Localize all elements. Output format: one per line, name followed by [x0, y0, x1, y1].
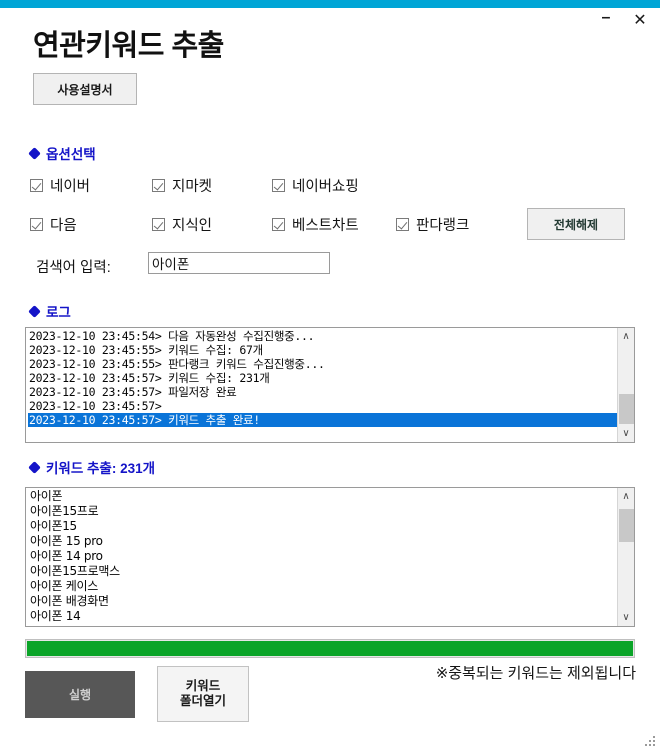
checkbox-6[interactable]: 판다랭크 [396, 214, 469, 235]
keywords-section-label: 키워드 추출: 231개 [46, 461, 156, 476]
log-row[interactable]: 2023-12-10 23:45:55> 판다랭크 키워드 수집진행중... [28, 357, 617, 371]
log-row[interactable]: 2023-12-10 23:45:55> 키워드 수집: 67개 [28, 343, 617, 357]
checkmark-icon[interactable] [30, 218, 43, 231]
checkbox-label: 판다랭크 [416, 218, 470, 234]
checkbox-label: 베스트차트 [292, 218, 359, 234]
window-titlebar [0, 0, 660, 8]
keyword-row[interactable]: 아이폰 [28, 489, 617, 504]
log-scrollbar[interactable]: ∧ ∨ [617, 328, 634, 442]
checkbox-label: 다음 [50, 218, 77, 234]
search-label: 검색어 입력: [36, 260, 111, 276]
page-title: 연관키워드 추출 [33, 30, 224, 62]
log-row[interactable]: 2023-12-10 23:45:54> 다음 자동완성 수집진행중... [28, 329, 617, 343]
checkbox-label: 네이버 [50, 179, 91, 195]
run-button[interactable]: 실행 [25, 671, 135, 718]
keyword-row[interactable]: 아이폰 케이스 [28, 579, 617, 594]
checkbox-label: 지마켓 [172, 179, 213, 195]
log-row[interactable]: 2023-12-10 23:45:57> 파일저장 완료 [28, 385, 617, 399]
log-listbox[interactable]: 2023-12-10 23:45:54> 다음 자동완성 수집진행중... 202… [25, 327, 635, 443]
checkbox-1[interactable]: 지마켓 [152, 175, 212, 196]
keyword-row[interactable]: 아이폰15프로맥스 [28, 564, 617, 579]
scroll-up-icon[interactable]: ∧ [618, 328, 634, 345]
keyword-row[interactable]: 아이폰 배경화면 [28, 594, 617, 609]
log-rows[interactable]: 2023-12-10 23:45:54> 다음 자동완성 수집진행중... 202… [26, 328, 617, 442]
scroll-down-icon[interactable]: ∨ [618, 425, 634, 442]
log-section-label: 로그 [46, 305, 71, 320]
keyword-row[interactable]: 아이폰 14 [28, 609, 617, 624]
minimize-icon[interactable]: – [596, 8, 616, 35]
keyword-rows[interactable]: 아이폰 아이폰15프로 아이폰15 아이폰 15 pro 아이폰 14 pro 아이폰15… [26, 488, 617, 626]
options-section-header: 옵션선택 [28, 143, 96, 163]
checkbox-0[interactable]: 네이버 [30, 175, 90, 196]
log-row[interactable]: 2023-12-10 23:45:57> [28, 399, 617, 413]
keywords-section-header: 키워드 추출: 231개 [28, 457, 156, 477]
app-window: – ✕ 연관키워드 추출 사용설명서 옵션선택 네이버 지마켓 네이버쇼핑다음 지식인… [0, 0, 660, 750]
scroll-up-icon[interactable]: ∧ [618, 488, 634, 505]
options-section-label: 옵션선택 [46, 147, 96, 162]
scroll-down-icon[interactable]: ∨ [618, 609, 634, 626]
checkbox-3[interactable]: 다음 [30, 214, 77, 235]
checkbox-label: 지식인 [172, 218, 213, 234]
close-icon[interactable]: ✕ [630, 11, 650, 31]
bullet-icon [28, 146, 41, 160]
bullet-icon [28, 304, 41, 318]
checkmark-icon[interactable] [272, 179, 285, 192]
keywords-scrollbar[interactable]: ∧ ∨ [617, 488, 634, 626]
keyword-row[interactable]: 아이폰 15 pro [28, 534, 617, 549]
window-controls: – ✕ [596, 8, 650, 34]
checkmark-icon[interactable] [396, 218, 409, 231]
checkmark-icon[interactable] [152, 218, 165, 231]
checkbox-2[interactable]: 네이버쇼핑 [272, 175, 359, 196]
checkmark-icon[interactable] [152, 179, 165, 192]
duplicate-note: ※중복되는 키워드는 제외됩니다 [435, 665, 636, 682]
clear-all-button[interactable]: 전체해제 [527, 208, 625, 240]
folder-button-line1: 키워드 [185, 679, 221, 693]
keyword-row[interactable]: 아이폰15프로 [28, 504, 617, 519]
manual-button[interactable]: 사용설명서 [33, 73, 137, 105]
checkmark-icon[interactable] [272, 218, 285, 231]
checkbox-5[interactable]: 베스트차트 [272, 214, 359, 235]
log-scrollbar-thumb[interactable] [619, 394, 634, 424]
keyword-row[interactable]: 아이폰 14 pro [28, 549, 617, 564]
checkbox-label: 네이버쇼핑 [292, 179, 359, 195]
keyword-row[interactable]: 아이폰15 [28, 519, 617, 534]
keywords-listbox[interactable]: 아이폰 아이폰15프로 아이폰15 아이폰 15 pro 아이폰 14 pro 아이폰15… [25, 487, 635, 627]
progress-bar-fill [27, 641, 633, 656]
checkbox-4[interactable]: 지식인 [152, 214, 212, 235]
log-row[interactable]: 2023-12-10 23:45:57> 키워드 수집: 231개 [28, 371, 617, 385]
open-keyword-folder-button[interactable]: 키워드 폴더열기 [157, 666, 249, 722]
bullet-icon [28, 460, 41, 474]
checkmark-icon[interactable] [30, 179, 43, 192]
progress-bar [25, 639, 635, 658]
log-section-header: 로그 [28, 301, 71, 321]
resize-grip-icon[interactable] [642, 733, 655, 746]
folder-button-line2: 폴더열기 [179, 694, 226, 708]
keywords-scrollbar-thumb[interactable] [619, 509, 634, 542]
search-input[interactable] [148, 252, 330, 274]
log-row-selected[interactable]: 2023-12-10 23:45:57> 키워드 추출 완료! [28, 413, 617, 427]
